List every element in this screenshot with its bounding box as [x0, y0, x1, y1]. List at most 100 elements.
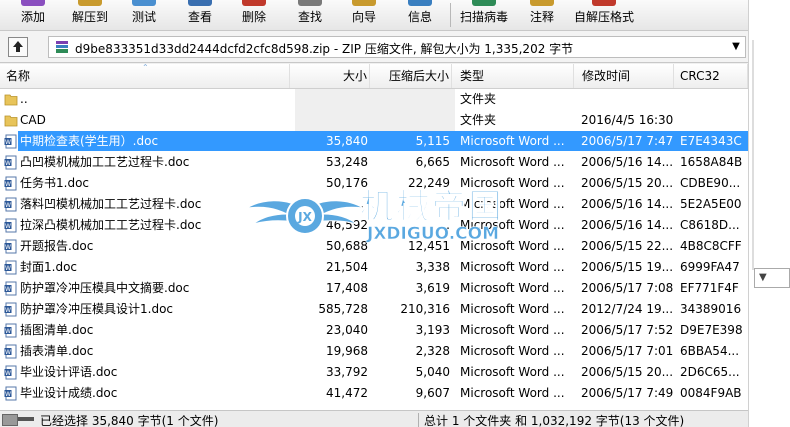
cell-packed: 3,193 [415, 323, 450, 337]
info-label: 信息 [407, 10, 432, 24]
svg-text:W: W [5, 328, 11, 335]
file-row[interactable]: .. 文件夹 [0, 89, 748, 110]
comment-icon [530, 0, 554, 6]
column-name[interactable]: 名称 [0, 64, 290, 88]
cell-size: ... [356, 197, 368, 211]
cell-name: 毕业设计成绩.doc [20, 386, 118, 400]
sfx-button[interactable]: 自解压格式 [570, 0, 638, 30]
cell-packed: 2,328 [415, 344, 450, 358]
column-size[interactable]: 大小 [290, 64, 370, 88]
file-row[interactable]: W 防护罩冷冲压模具设计1.doc 585,728 210,316 Microsoft … [0, 299, 748, 320]
word-document-icon: W [4, 302, 17, 317]
cell-name: 封面1.doc [20, 260, 78, 274]
cell-name: CAD [20, 113, 46, 127]
file-row[interactable]: W 落料凹模机械加工工艺过程卡.doc...... Microsoft Word .… [0, 194, 748, 215]
word-document-icon: W [4, 155, 17, 170]
cell-size: 35,840 [326, 134, 368, 148]
status-bar: 已经选择 35,840 字节(1 个文件) 总计 1 个文件夹 和 1,032,… [0, 410, 748, 427]
comment-button[interactable]: 注释 [518, 0, 566, 30]
view-button[interactable]: 查看 [176, 0, 224, 30]
cell-modified: 2006/5/17 7:47 [581, 134, 673, 148]
cell-crc: 6BBA54... [680, 344, 740, 358]
word-document-icon: W [4, 281, 17, 296]
cell-packed: ... [438, 197, 450, 211]
chevron-down-icon[interactable]: ▼ [729, 39, 743, 55]
svg-text:W: W [5, 202, 11, 209]
cell-name: 落料凹模机械加工工艺过程卡.doc [20, 197, 202, 211]
word-document-icon: W [4, 134, 17, 149]
up-arrow-icon [13, 41, 23, 52]
cell-modified: 2006/5/16 14... [581, 218, 673, 232]
file-row[interactable]: W 防护罩冷冲压模具中文摘要.doc 17,408 3,619 Microsoft Wo… [0, 278, 748, 299]
cell-size: 19,968 [326, 344, 368, 358]
column-crc32[interactable]: CRC32 [674, 64, 748, 88]
archive-path-field[interactable]: d9be833351d33dd2444dcfd2cfc8d598.zip - Z… [48, 36, 746, 58]
file-row[interactable]: W 毕业设计成绩.doc 41,472 9,607 Microsoft Word ...… [0, 383, 748, 404]
folder-icon [4, 115, 18, 127]
file-row[interactable]: W 封面1.doc 21,504 3,338 Microsoft Word ... 200… [0, 257, 748, 278]
word-document-icon: W [4, 218, 17, 233]
cell-crc: E7E4343C [680, 134, 742, 148]
extract-icon [78, 0, 102, 6]
column-type[interactable]: 类型 [452, 64, 574, 88]
file-row[interactable]: W 拉深凸模机械加工工艺过程卡.doc 46,592... Microsoft Wor… [0, 215, 748, 236]
file-row[interactable]: W 插图清单.doc 23,040 3,193 Microsoft Word ... 20… [0, 320, 748, 341]
cell-type: Microsoft Word ... [460, 260, 565, 274]
cell-type: Microsoft Word ... [460, 386, 565, 400]
folder-icon [4, 94, 18, 106]
cell-crc: CDBE90... [680, 176, 741, 190]
view-label: 查看 [187, 10, 212, 24]
cell-size: 46,592 [326, 218, 368, 232]
cell-name: 中期检查表(学生用）.doc [20, 134, 159, 148]
delete-button[interactable]: 删除 [230, 0, 278, 30]
background-dropdown[interactable]: ▼ [754, 268, 790, 288]
info-button[interactable]: 信息 [396, 0, 444, 30]
cell-crc: 5E2A5E00 [680, 197, 742, 211]
column-packed-size[interactable]: 压缩后大小 [370, 64, 452, 88]
file-list: .. 文件夹 CAD 文件夹 2016/4/5 16:30 W 中期检查表(学生用）.doc… [0, 89, 748, 410]
cell-modified: 2016/4/5 16:30 [581, 113, 673, 127]
cell-packed [370, 89, 450, 110]
cell-type: Microsoft Word ... [460, 365, 565, 379]
file-row[interactable]: W 毕业设计评语.doc 33,792 5,040 Microsoft Word ...… [0, 362, 748, 383]
cell-modified: 2006/5/15 19... [581, 260, 673, 274]
column-modified[interactable]: 修改时间 [574, 64, 674, 88]
word-document-icon: W [4, 323, 17, 338]
wizard-label: 向导 [351, 10, 376, 24]
svg-text:W: W [5, 307, 11, 314]
wizard-button[interactable]: 向导 [340, 0, 388, 30]
test-icon [132, 0, 156, 6]
info-icon [408, 0, 432, 6]
file-row[interactable]: W 开题报告.doc 50,688 12,451 Microsoft Word ... 2… [0, 236, 748, 257]
file-row[interactable]: CAD 文件夹 2016/4/5 16:30 [0, 110, 748, 131]
scan-virus-button[interactable]: 扫描病毒 [456, 0, 512, 30]
archive-path-text: d9be833351d33dd2444dcfd2cfc8d598.zip - Z… [75, 42, 574, 56]
extract-to-button[interactable]: 解压到 [62, 0, 118, 30]
cell-crc: C8618D... [680, 218, 740, 232]
cell-packed: ... [438, 218, 450, 232]
word-document-icon: W [4, 386, 17, 401]
file-row[interactable]: W 凸凹模机械加工工艺过程卡.doc 53,248 6,665 Microsoft Wo… [0, 152, 748, 173]
cell-type: Microsoft Word ... [460, 134, 565, 148]
cell-modified: 2012/7/24 19... [581, 302, 673, 316]
sfx-label: 自解压格式 [573, 10, 634, 24]
file-row[interactable]: W 插表清单.doc 19,968 2,328 Microsoft Word ... 20… [0, 341, 748, 362]
cell-type: Microsoft Word ... [460, 323, 565, 337]
address-bar: d9be833351d33dd2444dcfd2cfc8d598.zip - Z… [0, 31, 748, 63]
cell-size: 53,248 [326, 155, 368, 169]
cell-crc [680, 89, 746, 110]
cell-size: 17,408 [326, 281, 368, 295]
delete-icon [242, 0, 266, 6]
cell-size [290, 89, 368, 110]
test-button[interactable]: 测试 [120, 0, 168, 30]
cell-name: 毕业设计评语.doc [20, 365, 118, 379]
cell-size: 585,728 [318, 302, 368, 316]
cell-size: 50,176 [326, 176, 368, 190]
chevron-down-icon: ▼ [759, 272, 767, 283]
up-folder-button[interactable] [8, 37, 28, 57]
file-row[interactable]: W 任务书1.doc 50,176 22,249 Microsoft Word ... 2… [0, 173, 748, 194]
find-button[interactable]: 查找 [286, 0, 334, 30]
file-row[interactable]: W 中期检查表(学生用）.doc 35,840 5,115 Microsoft Word… [0, 131, 748, 152]
add-button[interactable]: 添加 [8, 0, 58, 30]
cell-crc: 0084F9AB [680, 386, 742, 400]
